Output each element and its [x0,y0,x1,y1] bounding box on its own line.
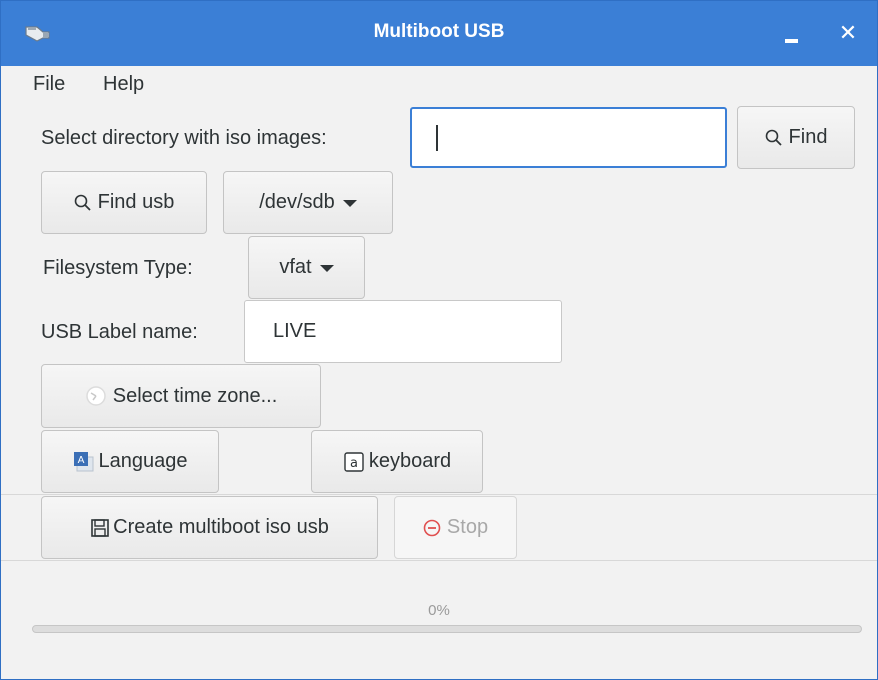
minimize-button[interactable] [774,15,810,51]
iso-directory-label: Select directory with iso images: [41,127,327,149]
keyboard-button[interactable]: a keyboard [311,430,483,493]
usb-device-value: /dev/sdb [259,191,335,213]
filesystem-dropdown[interactable]: vfat [248,236,365,299]
search-icon [74,194,92,212]
stop-icon [423,519,441,537]
filesystem-label: Filesystem Type: [43,257,193,279]
main-window: Multiboot USB ✕ File Help Select directo… [0,0,878,680]
select-timezone-button[interactable]: Select time zone... [41,364,321,428]
dropdown-arrow-icon [319,265,334,272]
svg-text:A: A [77,455,84,466]
separator [1,494,877,495]
language-icon: A [73,451,95,473]
language-button[interactable]: A Language [41,430,219,493]
window-title: Multiboot USB [373,21,505,42]
create-multiboot-label: Create multiboot iso usb [113,516,329,538]
progress-bar [32,625,862,633]
title-bar[interactable]: Multiboot USB ✕ [1,1,877,66]
iso-directory-input[interactable] [410,107,727,168]
usb-label-name-label: USB Label name: [41,321,198,343]
keyboard-icon: a [343,451,365,473]
close-button[interactable]: ✕ [830,15,866,51]
find-usb-button[interactable]: Find usb [41,171,207,234]
progress-percent: 0% [428,602,450,619]
clock-icon [85,385,107,407]
usb-device-dropdown[interactable]: /dev/sdb [223,171,393,234]
stop-button[interactable]: Stop [394,496,517,559]
keyboard-label: keyboard [368,450,452,472]
language-label: Language [98,450,188,472]
menu-help[interactable]: Help [99,71,148,98]
minimize-icon [785,39,798,43]
select-timezone-label: Select time zone... [112,384,278,407]
stop-label: Stop [446,516,489,538]
dropdown-arrow-icon [342,200,357,207]
usb-label-value: LIVE [273,320,317,342]
search-icon [765,129,783,147]
save-icon [90,518,110,538]
menu-file[interactable]: File [29,71,69,98]
text-caret [436,124,438,151]
separator [1,560,877,561]
svg-text:a: a [350,456,358,471]
create-multiboot-button[interactable]: Create multiboot iso usb [41,496,378,559]
menu-bar: File Help [1,66,877,102]
usb-label-input[interactable]: LIVE [244,300,562,363]
find-iso-button[interactable]: Find [737,106,855,169]
find-iso-label: Find [788,126,828,148]
find-usb-label: Find usb [97,191,175,213]
filesystem-value: vfat [279,256,312,278]
